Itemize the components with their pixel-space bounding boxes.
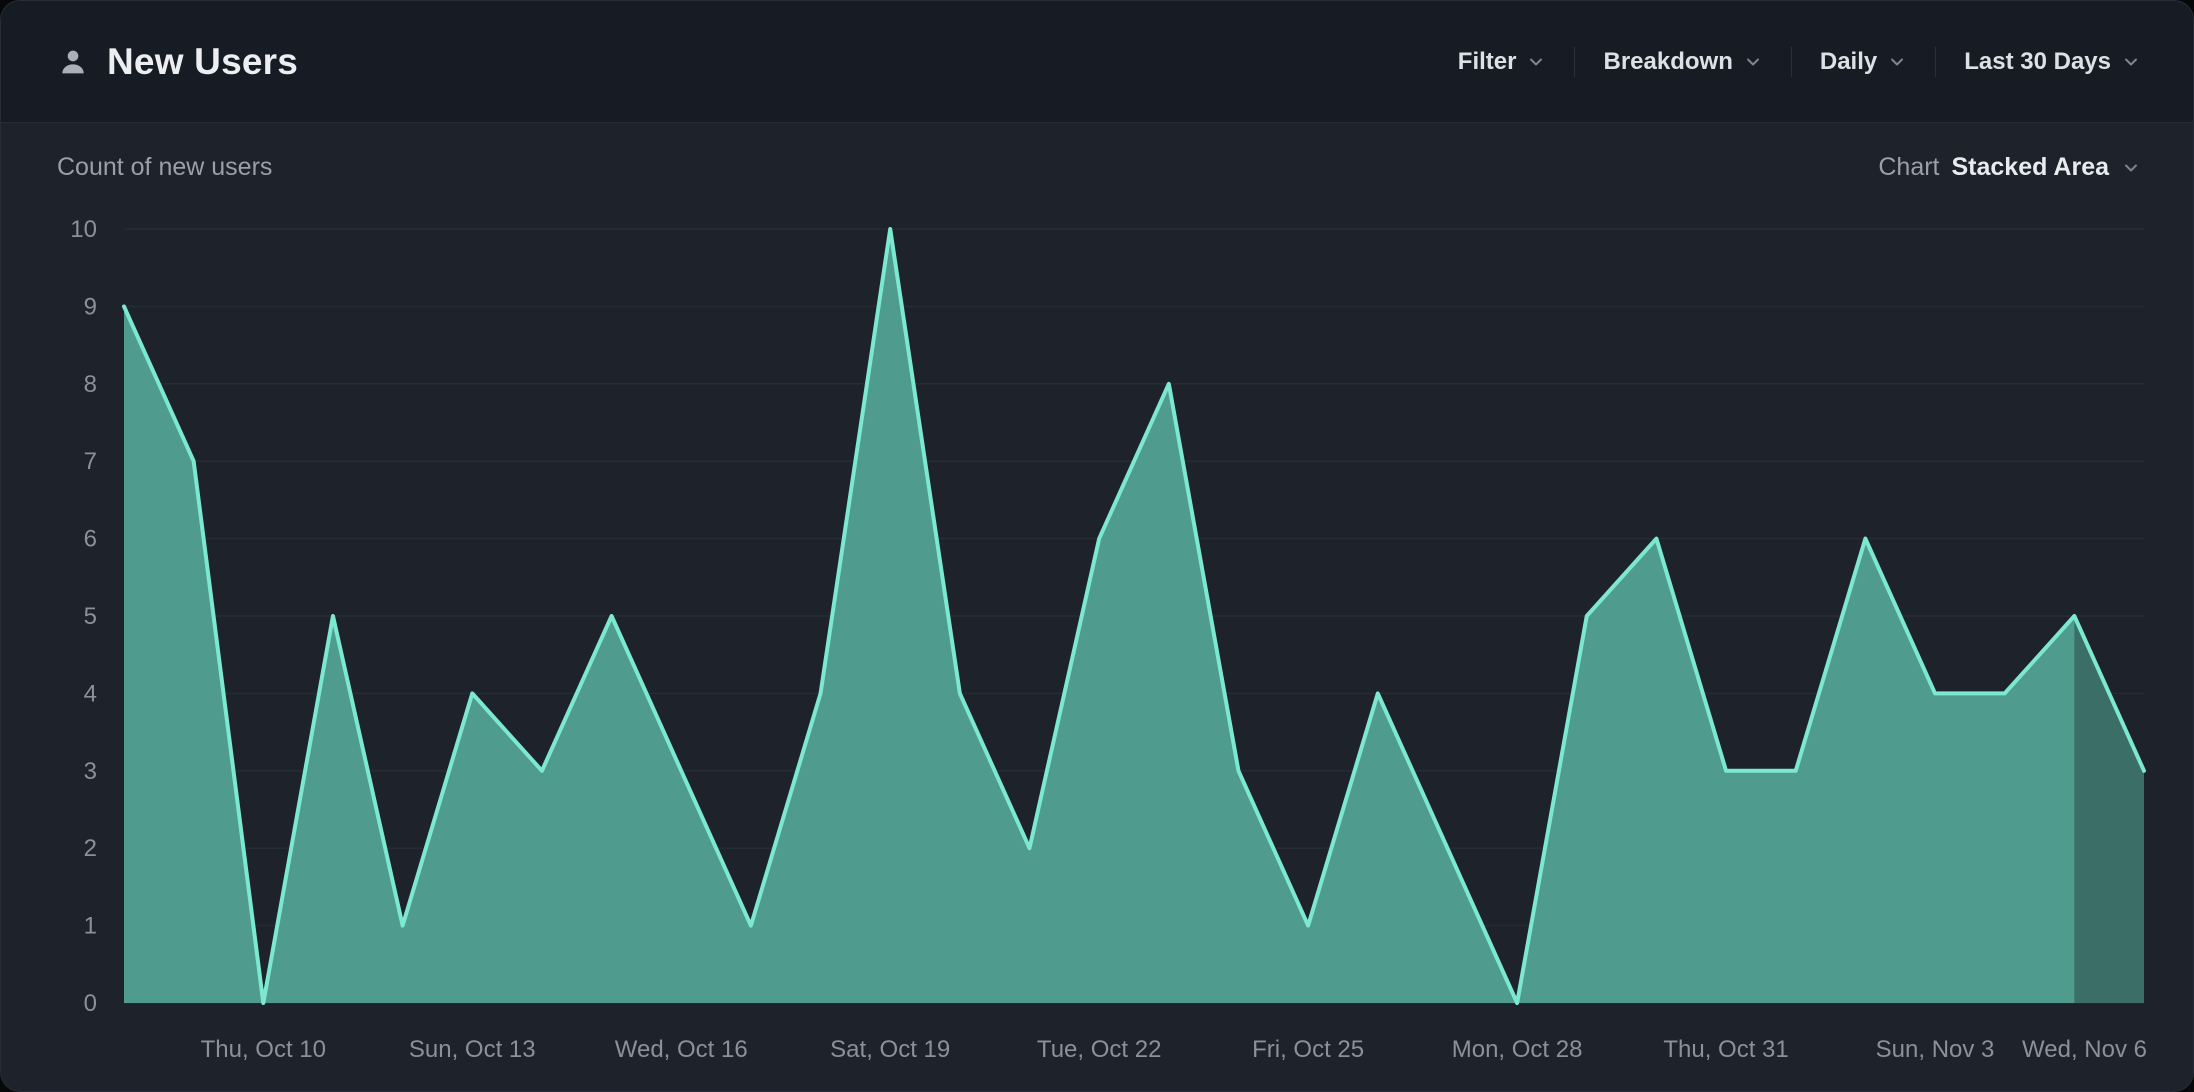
y-tick-label: 9 [84,293,97,320]
x-tick-label: Sat, Oct 19 [830,1036,950,1063]
y-tick-label: 5 [84,603,97,630]
new-users-widget: 0 1 2 3 4 5 6 7 8 9 10 Thu, Oct 10 Sun, Oct 13 Wed, O… [0,0,2194,1092]
y-tick-label: 10 [70,216,97,243]
subheader: Count of new users Chart Stacked Area [1,123,2193,182]
filter-label: Filter [1458,48,1517,76]
x-tick-label: Mon, Oct 28 [1452,1036,1583,1063]
metric-label: Count of new users [57,153,272,182]
y-tick-label: 7 [84,448,97,475]
x-tick-label: Tue, Oct 22 [1037,1036,1162,1063]
y-tick-label: 4 [84,680,97,707]
filter-control[interactable]: Filter [1430,48,1575,76]
chart-type-value: Stacked Area [1952,153,2110,182]
chevron-down-icon [1526,52,1546,72]
chevron-down-icon [1887,52,1907,72]
y-tick-label: 1 [84,913,97,940]
y-tick-label: 3 [84,758,97,785]
title-group: New Users [57,41,298,83]
header-controls: Filter Breakdown Daily Last 30 Days [1430,47,2141,77]
widget-header: New Users Filter Breakdown Daily Last 30… [1,1,2193,123]
widget-title: New Users [107,41,298,83]
x-tick-label: Wed, Oct 16 [615,1036,748,1063]
breakdown-label: Breakdown [1603,48,1732,76]
incomplete-period-overlay [2074,616,2144,1003]
chevron-down-icon [2121,52,2141,72]
chevron-down-icon [2121,158,2141,178]
granularity-control[interactable]: Daily [1792,48,1935,76]
chevron-down-icon [1743,52,1763,72]
date-range-control[interactable]: Last 30 Days [1936,48,2141,76]
y-tick-label: 0 [84,990,97,1017]
x-tick-label: Thu, Oct 10 [201,1036,326,1063]
breakdown-control[interactable]: Breakdown [1575,48,1790,76]
x-tick-label: Sun, Nov 3 [1876,1036,1995,1063]
y-tick-label: 8 [84,371,97,398]
x-tick-label: Fri, Oct 25 [1252,1036,1364,1063]
x-tick-label: Sun, Oct 13 [409,1036,536,1063]
x-tick-label: Wed, Nov 6 [2022,1036,2147,1063]
chart-type-selector[interactable]: Chart Stacked Area [1878,153,2141,182]
x-tick-label: Thu, Oct 31 [1663,1036,1788,1063]
date-range-label: Last 30 Days [1964,48,2111,76]
granularity-label: Daily [1820,48,1877,76]
chart-type-caption: Chart [1878,153,1939,182]
y-tick-label: 2 [84,835,97,862]
user-icon [57,46,89,78]
y-tick-label: 6 [84,526,97,553]
